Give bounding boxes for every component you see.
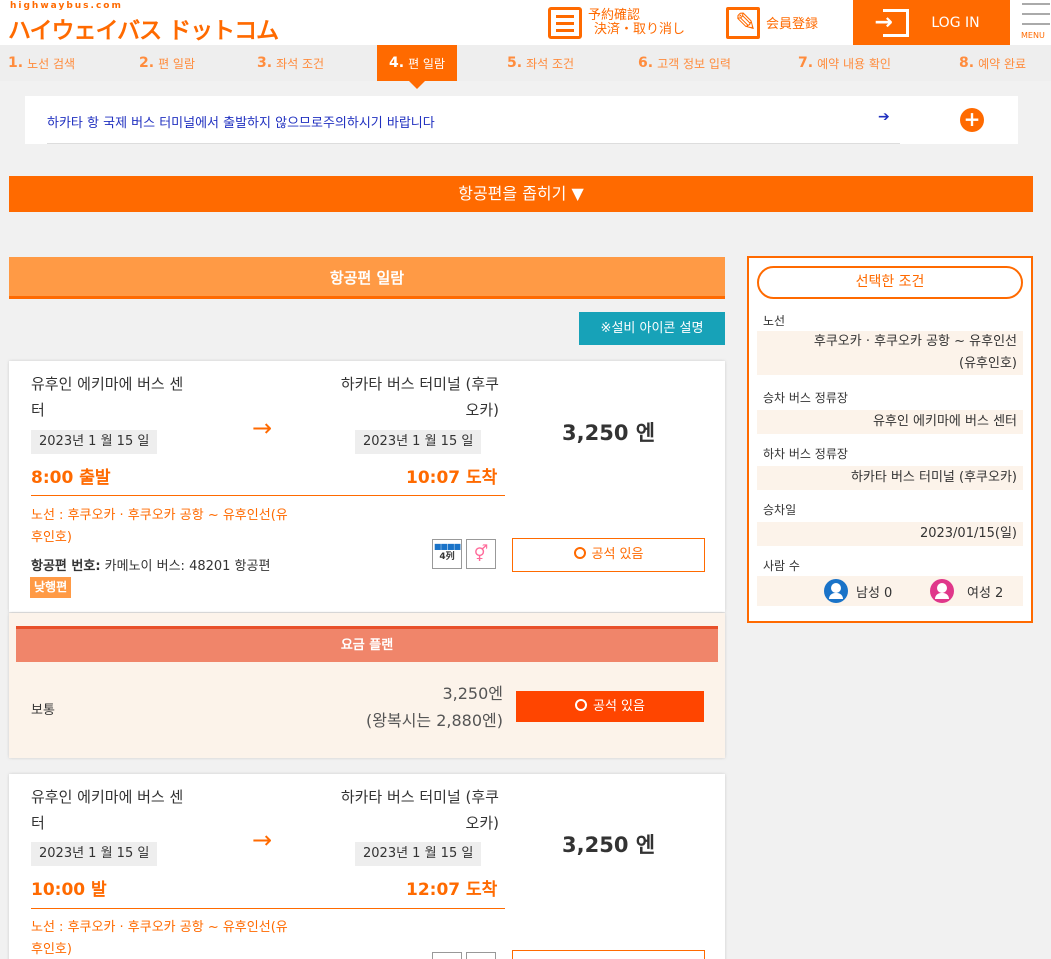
four-row-seat-icon: ■■■■ 4列 bbox=[432, 539, 462, 569]
departure-time: 10:00 발 bbox=[31, 880, 107, 900]
step-5: 5. 좌석 조건 bbox=[507, 55, 575, 71]
reservation-line1: 予約確認 bbox=[588, 7, 641, 23]
logo-domain: highwaybus.com bbox=[10, 1, 123, 11]
step-4-current: 4. 편 일람 bbox=[377, 45, 457, 89]
four-row-seat-icon bbox=[432, 952, 462, 959]
route-label: 노선 bbox=[763, 314, 786, 328]
list-icon bbox=[548, 6, 582, 39]
login-label: LOG IN bbox=[931, 14, 980, 31]
male-person-icon bbox=[824, 579, 848, 603]
step-1: 1. 노선 검색 bbox=[8, 55, 76, 71]
daytime-badge: 낮행편 bbox=[30, 577, 72, 598]
flight-number: 항공편 번호: 카메노이 버스: 48201 항공편 bbox=[31, 559, 271, 574]
fare-select-button[interactable]: 공석 있음 bbox=[516, 691, 704, 722]
fare-plan-price: 3,250엔 (왕복시는 2,880엔) bbox=[366, 684, 503, 730]
fare-plan-title: 요금 플랜 bbox=[16, 626, 718, 662]
fare-plan-name: 보통 bbox=[31, 703, 55, 718]
departure-stop: 유후인 에키마에 버스 센터 bbox=[31, 788, 184, 832]
route-name: 노선 : 후쿠오카 · 후쿠오카 공항 ~ 유후인선(유 후인호) bbox=[31, 508, 288, 545]
filter-flights-toggle[interactable]: 항공편을 좁히기 ▼ bbox=[9, 176, 1033, 212]
arrival-time: 12:07 도착 bbox=[406, 880, 498, 900]
boarding-stop-value: 유후인 에키마에 버스 센터 bbox=[757, 410, 1023, 434]
flight-list-title: 항공편 일람 bbox=[9, 257, 725, 299]
departure-time: 8:00 출발 bbox=[31, 468, 111, 488]
fare-price: 3,250 엔 bbox=[562, 833, 656, 857]
login-icon bbox=[874, 8, 910, 37]
step-2: 2. 편 일람 bbox=[139, 55, 195, 71]
departure-date: 2023년 1 월 15 일 bbox=[31, 430, 158, 454]
flight-card: 유후인 에키마에 버스 센터 하카타 버스 터미널 (후쿠 오카) 2023년 1… bbox=[9, 361, 725, 612]
alighting-stop-value: 하카타 버스 터미널 (후쿠오카) bbox=[757, 466, 1023, 490]
step-8: 8. 예약 완료 bbox=[959, 55, 1027, 71]
seat-available-button[interactable] bbox=[512, 950, 705, 959]
site-logo[interactable]: ハイウェイバス ドットコム bbox=[8, 11, 279, 45]
selected-conditions-title: 선택한 조건 bbox=[757, 266, 1023, 299]
step-7: 7. 예약 내용 확인 bbox=[798, 55, 891, 71]
hamburger-icon bbox=[1022, 3, 1050, 5]
flight-card: 유후인 에키마에 버스 센터 하카타 버스 터미널 (후쿠 오카) 2023년 1… bbox=[9, 774, 725, 959]
arrival-stop: 하카타 버스 터미널 (후쿠 오카) bbox=[340, 375, 499, 419]
restroom-icon bbox=[466, 952, 496, 959]
fare-price: 3,250 엔 bbox=[562, 421, 656, 445]
notice-link[interactable]: 하카타 항 국제 버스 터미널에서 출발하지 않으므로주의하시기 바랍니다 bbox=[47, 112, 435, 131]
arrival-date: 2023년 1 월 15 일 bbox=[355, 430, 482, 454]
female-person-icon bbox=[930, 579, 954, 603]
notice-box: 하카타 항 국제 버스 터미널에서 출발하지 않으므로주의하시기 바랍니다 ➔ … bbox=[25, 96, 1018, 144]
step-3: 3. 좌석 조건 bbox=[257, 55, 325, 71]
step-6: 6. 고객 정보 입력 bbox=[638, 55, 731, 71]
fare-plan-panel: 요금 플랜 보통 3,250엔 (왕복시는 2,880엔) 공석 있음 bbox=[9, 613, 725, 758]
passenger-count-label: 사람 수 bbox=[763, 559, 800, 573]
arrow-right-icon[interactable]: ➔ bbox=[878, 109, 890, 125]
male-count: 남성 0 bbox=[856, 586, 893, 601]
arrival-stop: 하카타 버스 터미널 (후쿠 오카) bbox=[340, 788, 499, 832]
reservation-line2: 決済・取り消し bbox=[594, 21, 686, 37]
boarding-stop-label: 승차 버스 정류장 bbox=[763, 391, 848, 405]
selected-conditions-panel: 선택한 조건 노선 후쿠오카 · 후쿠오카 공항 ~ 유후인선 (유후인호) 승차… bbox=[747, 256, 1033, 623]
female-count: 여성 2 bbox=[967, 586, 1004, 601]
seat-available-button[interactable]: 공석 있음 bbox=[512, 538, 705, 572]
progress-steps: 1. 노선 검색 2. 편 일람 3. 좌석 조건 4. 편 일람 5. 좌석 조건 6.… bbox=[0, 45, 1051, 89]
departure-stop: 유후인 에키마에 버스 센터 bbox=[31, 375, 184, 419]
menu-label: MENU bbox=[1021, 31, 1045, 40]
boarding-date-label: 승차일 bbox=[763, 503, 797, 517]
boarding-date-value: 2023/01/15(일) bbox=[757, 522, 1023, 546]
expand-plus-icon[interactable]: + bbox=[960, 108, 984, 132]
arrow-right-icon: → bbox=[252, 826, 273, 854]
member-register-link[interactable]: 会員登録 bbox=[726, 0, 818, 45]
arrival-time: 10:07 도착 bbox=[406, 468, 498, 488]
alighting-stop-label: 하차 버스 정류장 bbox=[763, 447, 848, 461]
restroom-icon: ⚥ bbox=[466, 539, 496, 569]
passenger-count: 남성 0 여성 2 bbox=[757, 576, 1023, 606]
facility-icon-legend-button[interactable]: ※설비 아이콘 설명 bbox=[579, 312, 725, 345]
departure-date: 2023년 1 월 15 일 bbox=[31, 842, 158, 866]
route-name: 노선 : 후쿠오카 · 후쿠오카 공항 ~ 유후인선(유 후인호) bbox=[31, 920, 288, 957]
arrow-right-icon: → bbox=[252, 414, 273, 442]
arrival-date: 2023년 1 월 15 일 bbox=[355, 842, 482, 866]
login-button[interactable]: LOG IN bbox=[853, 0, 1010, 45]
site-header: highwaybus.com ハイウェイバス ドットコム 予約確認 決済・取り消… bbox=[0, 0, 1051, 45]
reservation-check-link[interactable]: 予約確認 決済・取り消し bbox=[548, 0, 685, 45]
edit-icon bbox=[726, 6, 760, 39]
member-register-label: 会員登録 bbox=[766, 17, 819, 32]
route-value: 후쿠오카 · 후쿠오카 공항 ~ 유후인선 (유후인호) bbox=[757, 331, 1023, 375]
menu-button[interactable]: MENU bbox=[1018, 0, 1051, 45]
